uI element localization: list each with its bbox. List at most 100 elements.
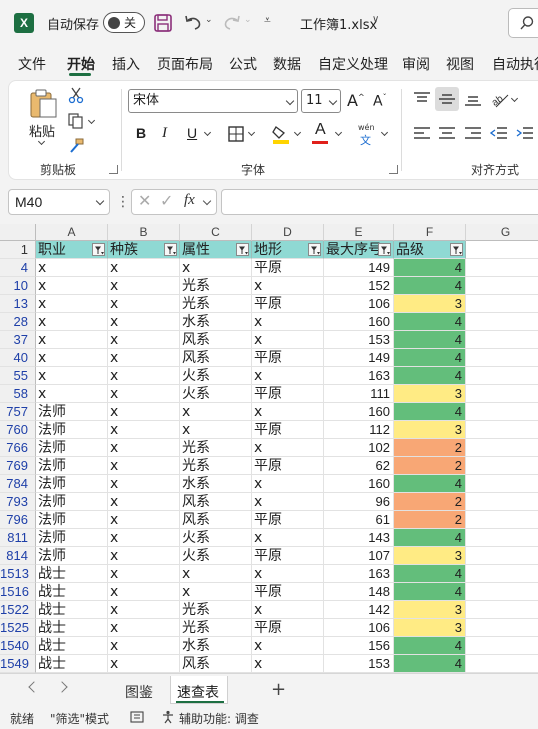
column-header-c[interactable]: C — [180, 224, 252, 241]
sheet-tab-tujian[interactable]: 图鉴 — [125, 682, 153, 702]
max-index-cell[interactable]: 149 — [324, 349, 394, 367]
grid-cell[interactable]: 火系 — [180, 385, 252, 403]
grid-cell[interactable]: 光系 — [180, 439, 252, 457]
grade-cell[interactable]: 4 — [394, 475, 466, 493]
column-header-a[interactable]: A — [36, 224, 108, 241]
search-button[interactable] — [508, 8, 538, 38]
row-header[interactable]: 784 — [0, 475, 36, 493]
grade-cell[interactable]: 3 — [394, 619, 466, 637]
redo-dropdown-icon[interactable]: ⌄ — [244, 15, 252, 25]
row-header[interactable]: 1516 — [0, 583, 36, 601]
grid-cell[interactable]: 平原 — [252, 295, 324, 313]
grid-cell[interactable]: 平原 — [252, 619, 324, 637]
autosave-toggle[interactable]: 关 — [103, 12, 145, 33]
clipboard-launcher-icon[interactable] — [109, 165, 118, 174]
decrease-font-size-icon[interactable]: Aˇ — [373, 93, 387, 110]
grid-cell[interactable]: 战士 — [36, 565, 108, 583]
grid-cell[interactable]: 战士 — [36, 583, 108, 601]
grade-cell[interactable]: 3 — [394, 601, 466, 619]
grade-cell[interactable]: 4 — [394, 349, 466, 367]
row-header[interactable]: 760 — [0, 421, 36, 439]
grid-cell[interactable]: x — [252, 655, 324, 673]
cut-icon[interactable] — [67, 86, 85, 104]
grid-cell[interactable]: 光系 — [180, 619, 252, 637]
grade-cell[interactable]: 4 — [394, 565, 466, 583]
enter-check-icon[interactable]: ✓ — [160, 191, 173, 210]
column-header-f[interactable]: F — [394, 224, 466, 241]
copy-dropdown-icon[interactable] — [87, 116, 96, 125]
row-header[interactable]: 757 — [0, 403, 36, 421]
font-size-dropdown[interactable]: 11 — [301, 89, 341, 113]
header-cell[interactable]: 属性 — [180, 241, 252, 259]
grid-cell[interactable]: 法师 — [36, 457, 108, 475]
phonetic-guide-button[interactable]: wén 文 — [356, 123, 378, 147]
row-header[interactable]: 1549 — [0, 655, 36, 673]
grid-cell[interactable]: x — [108, 349, 180, 367]
customize-toolbar-icon[interactable]: ⩡ — [264, 13, 271, 28]
formula-input[interactable] — [221, 189, 538, 215]
grid-cell[interactable]: 平原 — [252, 547, 324, 565]
grade-cell[interactable]: 4 — [394, 655, 466, 673]
grid-cell[interactable] — [466, 655, 538, 673]
grid-cell[interactable] — [466, 601, 538, 619]
grid-cell[interactable]: x — [108, 529, 180, 547]
max-index-cell[interactable]: 153 — [324, 655, 394, 673]
column-header-e[interactable]: E — [324, 224, 394, 241]
tab-automate[interactable]: 自动执行 — [492, 54, 538, 74]
grid-cell[interactable]: x — [108, 295, 180, 313]
grade-cell[interactable]: 4 — [394, 313, 466, 331]
grid-cell[interactable]: x — [252, 313, 324, 331]
grade-cell[interactable]: 4 — [394, 277, 466, 295]
row-header[interactable]: 37 — [0, 331, 36, 349]
row-header[interactable]: 40 — [0, 349, 36, 367]
select-all-corner[interactable] — [0, 224, 36, 241]
grid-cell[interactable]: 法师 — [36, 439, 108, 457]
max-index-cell[interactable]: 163 — [324, 367, 394, 385]
row-header[interactable]: 766 — [0, 439, 36, 457]
filter-dropdown-button[interactable] — [164, 243, 177, 256]
grade-cell[interactable]: 2 — [394, 457, 466, 475]
grid-cell[interactable]: x — [252, 475, 324, 493]
orientation-dropdown-icon[interactable] — [510, 94, 519, 103]
grid-cell[interactable]: x — [108, 583, 180, 601]
max-index-cell[interactable]: 107 — [324, 547, 394, 565]
bold-button[interactable]: B — [136, 125, 146, 141]
underline-button[interactable]: U — [187, 125, 197, 141]
grid-cell[interactable] — [466, 475, 538, 493]
insert-function-button[interactable]: fx — [184, 192, 195, 209]
grid-cell[interactable]: x — [36, 295, 108, 313]
row-header[interactable]: 4 — [0, 259, 36, 277]
grid-cell[interactable]: 火系 — [180, 547, 252, 565]
grid-cell[interactable]: x — [252, 601, 324, 619]
grid-cell[interactable]: x — [108, 457, 180, 475]
grid-cell[interactable]: x — [108, 313, 180, 331]
grade-cell[interactable]: 4 — [394, 529, 466, 547]
filter-dropdown-button[interactable] — [92, 243, 105, 256]
grid-cell[interactable]: x — [108, 655, 180, 673]
grid-cell[interactable]: x — [36, 259, 108, 277]
grid-cell[interactable] — [466, 367, 538, 385]
phonetic-dropdown-icon[interactable] — [380, 128, 389, 137]
grade-cell[interactable]: 3 — [394, 421, 466, 439]
grid-cell[interactable]: x — [252, 403, 324, 421]
grid-cell[interactable]: 法师 — [36, 475, 108, 493]
grid-cell[interactable]: x — [252, 637, 324, 655]
grid-cell[interactable]: x — [108, 277, 180, 295]
grid-cell[interactable]: 法师 — [36, 421, 108, 439]
row-header[interactable]: 1540 — [0, 637, 36, 655]
tab-data[interactable]: 数据 — [273, 54, 301, 74]
header-cell[interactable]: 地形 — [252, 241, 324, 259]
grid-cell[interactable] — [466, 295, 538, 313]
title-chevron-down-icon[interactable]: ∨ — [372, 14, 379, 25]
grid-cell[interactable]: 火系 — [180, 529, 252, 547]
grid-cell[interactable]: 法师 — [36, 493, 108, 511]
grid-cell[interactable]: 火系 — [180, 367, 252, 385]
max-index-cell[interactable]: 163 — [324, 565, 394, 583]
grid-cell[interactable]: x — [108, 619, 180, 637]
grid-cell[interactable]: x — [36, 277, 108, 295]
max-index-cell[interactable]: 160 — [324, 475, 394, 493]
grid-cell[interactable]: x — [180, 259, 252, 277]
scroll-tabs-right-icon[interactable] — [56, 681, 68, 693]
grid-cell[interactable]: 战士 — [36, 619, 108, 637]
filter-dropdown-button[interactable] — [308, 243, 321, 256]
